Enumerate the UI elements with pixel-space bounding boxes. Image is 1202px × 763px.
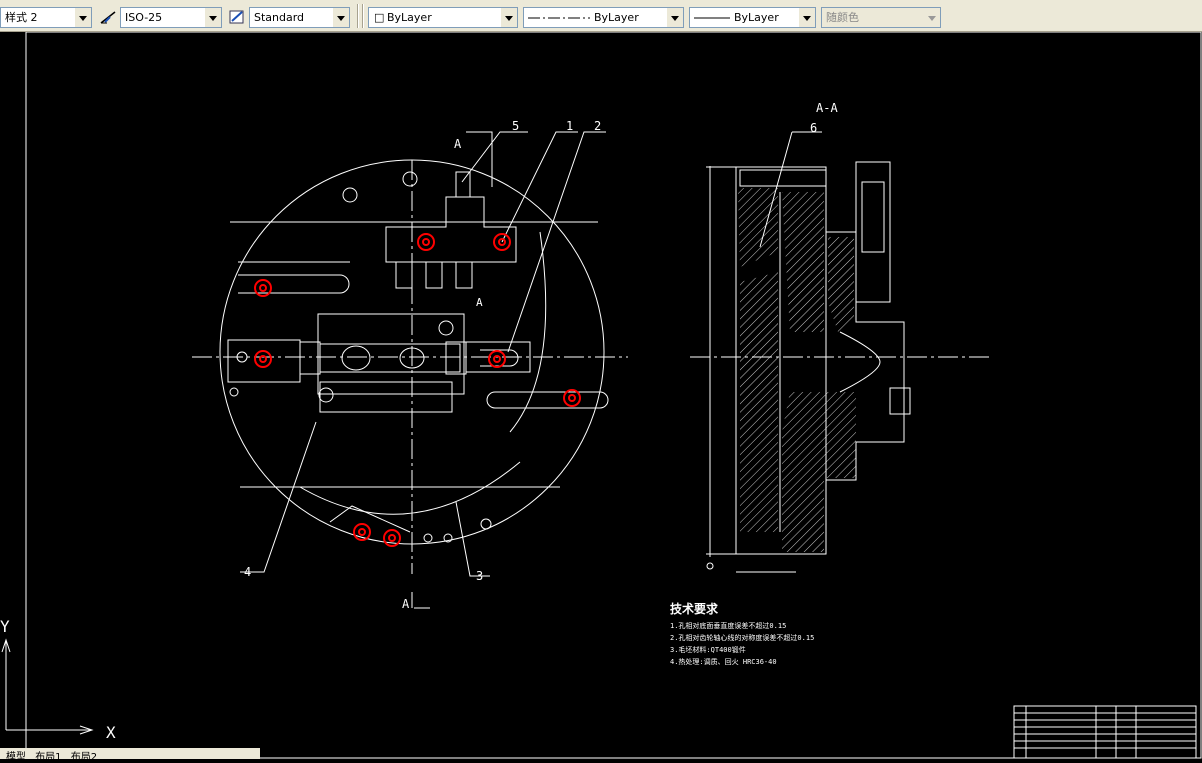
highlight-markers xyxy=(254,233,581,547)
ucs-icon xyxy=(1,638,94,735)
leader-2 xyxy=(507,131,606,353)
section-label: A-A xyxy=(816,101,838,115)
top-bore xyxy=(739,169,827,187)
bar xyxy=(319,343,461,373)
lineweight-value: ByLayer xyxy=(734,11,779,24)
dimension-arrow xyxy=(706,562,714,570)
drawing-frame xyxy=(25,32,1202,759)
cut-label-top: A xyxy=(454,137,462,151)
toolbar-separator xyxy=(362,4,364,28)
dimension-style-value: ISO-25 xyxy=(125,11,163,24)
chevron-down-icon[interactable] xyxy=(501,8,517,27)
text-style-combo[interactable]: 样式 2 xyxy=(0,7,92,28)
color-swatch-icon: □ xyxy=(374,11,385,24)
top-pin xyxy=(455,171,471,198)
linetype-combo[interactable]: ByLayer xyxy=(523,7,684,28)
table-style-icon[interactable] xyxy=(228,8,246,26)
spring xyxy=(861,181,885,253)
section-hatching xyxy=(738,188,856,552)
spring-housing xyxy=(855,161,891,303)
top-bracket xyxy=(385,196,517,263)
leader-3 xyxy=(455,501,490,577)
slot xyxy=(486,391,609,409)
linetype-value: ByLayer xyxy=(594,11,639,24)
hole xyxy=(423,533,433,543)
requirement-4: 4.热处理:调质、回火 HRC36-40 xyxy=(670,657,777,666)
color-value: ByLayer xyxy=(387,11,432,24)
chevron-down-icon xyxy=(924,8,940,27)
solid-line-icon xyxy=(694,17,730,19)
table-style-value: Standard xyxy=(254,11,305,24)
tab-layout2[interactable]: 布局2 xyxy=(71,752,97,763)
hole xyxy=(318,387,334,403)
properties-toolbar: 样式 2 ISO-25 Standard □ ByLayer ByLayer B… xyxy=(0,0,1202,32)
chevron-down-icon[interactable] xyxy=(205,8,221,27)
clamp-jaw xyxy=(445,341,467,375)
requirement-3: 3.毛坯材料:QT400锻件 xyxy=(670,645,746,654)
tab-model[interactable]: 模型 xyxy=(6,752,26,763)
hole xyxy=(342,187,358,203)
color-combo[interactable]: □ ByLayer xyxy=(368,7,518,28)
ucs-x-label: X xyxy=(106,723,116,742)
text-style-value: 样式 2 xyxy=(5,11,38,24)
hole xyxy=(229,387,239,397)
plot-style-combo: 随颜色 xyxy=(821,7,941,28)
leader-4 xyxy=(240,421,317,573)
leader-5 xyxy=(461,131,528,183)
leader-1 xyxy=(501,131,578,243)
drawing-canvas[interactable]: A-A 1 2 3 4 5 6 A A A 技术要求 1.孔相对底面垂直度误差不… xyxy=(0,32,1202,759)
title-block xyxy=(1013,705,1197,759)
callout-5: 5 xyxy=(512,119,519,133)
hole xyxy=(480,518,492,530)
inner-arc xyxy=(299,461,521,515)
bolt xyxy=(395,261,413,289)
cut-label-bottom: A xyxy=(402,597,410,611)
requirement-1: 1.孔相对底面垂直度误差不超过0.15 xyxy=(670,621,786,630)
cad-drawing[interactable]: A-A 1 2 3 4 5 6 A A A 技术要求 1.孔相对底面垂直度误差不… xyxy=(0,32,1202,759)
dash-dot-line-icon xyxy=(528,17,590,19)
chevron-down-icon[interactable] xyxy=(667,8,683,27)
chevron-down-icon[interactable] xyxy=(799,8,815,27)
cut-label-mid: A xyxy=(476,296,483,309)
callout-3: 3 xyxy=(476,569,483,583)
toolbar-separator xyxy=(357,4,359,28)
callout-6: 6 xyxy=(810,121,817,135)
lineweight-combo[interactable]: ByLayer xyxy=(689,7,816,28)
dimension-style-combo[interactable]: ISO-25 xyxy=(120,7,222,28)
bore xyxy=(341,345,371,371)
table-style-combo[interactable]: Standard xyxy=(249,7,350,28)
hole xyxy=(438,320,454,336)
layout-tabs: 模型 布局1 布局2 xyxy=(0,748,260,763)
callout-4: 4 xyxy=(244,565,251,579)
cam-curve xyxy=(839,331,881,393)
base-block xyxy=(319,381,453,413)
callout-1: 1 xyxy=(566,119,573,133)
bolt-head xyxy=(889,387,911,415)
requirement-2: 2.孔相对齿轮轴心线的对称度误差不超过0.15 xyxy=(670,633,814,642)
bolt xyxy=(455,261,473,289)
dimension-style-icon[interactable] xyxy=(99,8,117,26)
bolt xyxy=(425,261,443,289)
tab-layout1[interactable]: 布局1 xyxy=(35,752,61,763)
chevron-down-icon[interactable] xyxy=(75,8,91,27)
hole xyxy=(402,171,418,187)
callout-2: 2 xyxy=(594,119,601,133)
clamp-jaw xyxy=(299,341,321,375)
requirements-title: 技术要求 xyxy=(670,601,719,616)
plot-style-value: 随颜色 xyxy=(826,11,859,24)
ucs-y-label: Y xyxy=(0,617,10,636)
chevron-down-icon[interactable] xyxy=(333,8,349,27)
